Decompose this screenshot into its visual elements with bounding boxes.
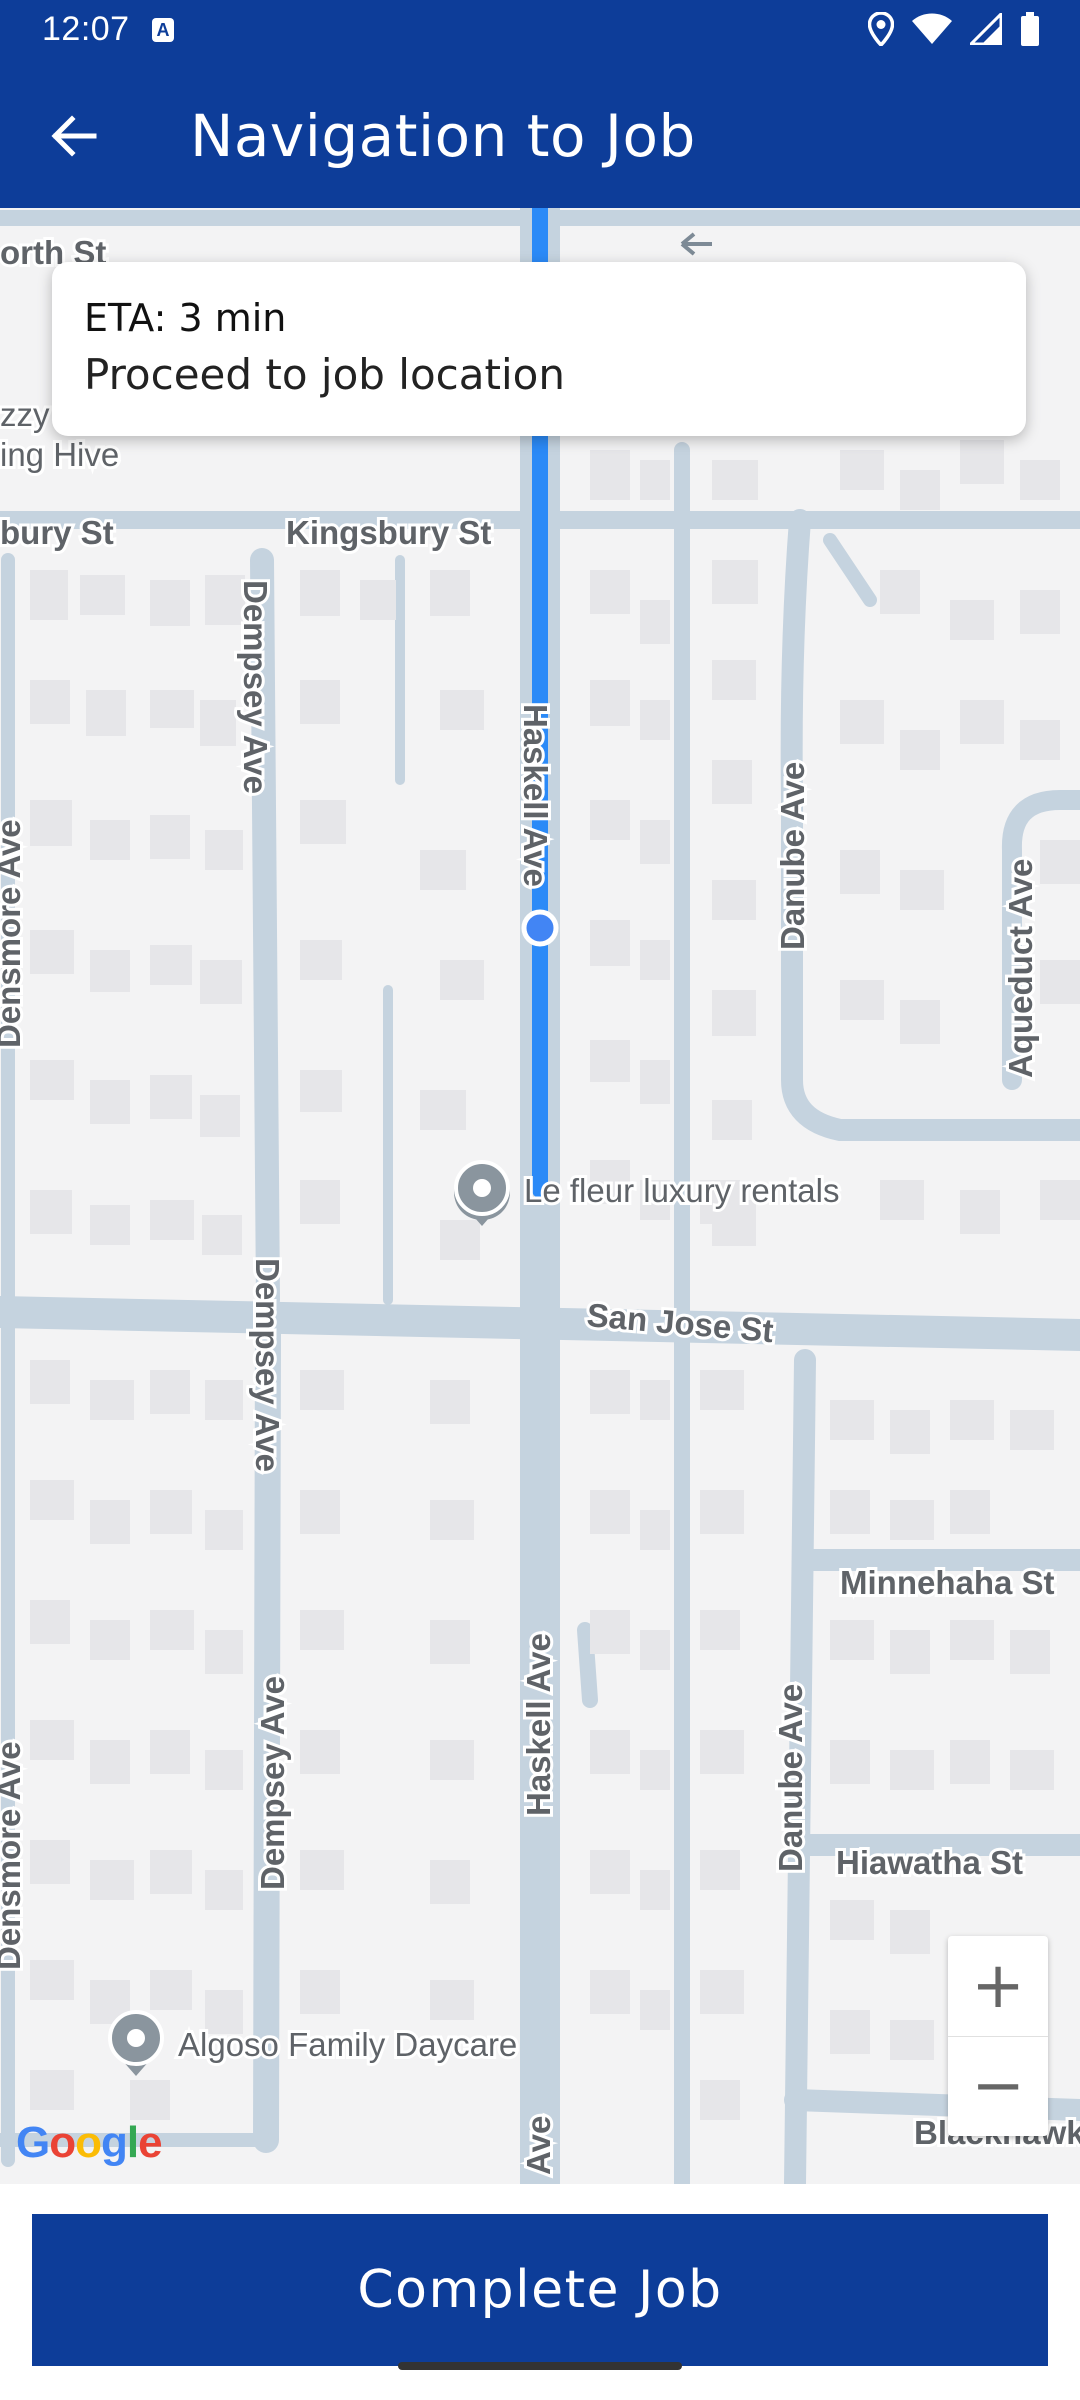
eta-label: ETA: 3 min <box>84 296 287 340</box>
location-icon <box>868 12 894 46</box>
status-bar: 12:07 <box>0 0 1080 62</box>
a-notification-icon <box>152 18 174 42</box>
status-icons <box>868 12 1040 46</box>
street-label-hiawatha: Hiawatha St <box>836 1844 1023 1881</box>
zoom-out-button[interactable]: − <box>948 2036 1048 2136</box>
complete-job-button[interactable]: Complete Job <box>32 2214 1048 2366</box>
street-label-haskell-bottom: Ave <box>520 2116 557 2175</box>
arrow-back-icon[interactable] <box>44 106 104 166</box>
street-label-densmore-lower: Densmore Ave <box>0 1741 27 1970</box>
place-label-le-fleur[interactable]: Le fleur luxury rentals <box>521 1169 842 1212</box>
map-canvas[interactable]: orth St bury St Kingsbury St Dempsey Ave… <box>0 208 1080 2184</box>
place-label-algoso[interactable]: Algoso Family Daycare <box>175 2023 520 2066</box>
wifi-icon <box>912 13 952 44</box>
google-attribution-logo: Google <box>16 2118 163 2167</box>
page-title: Navigation to Job <box>190 102 696 170</box>
minus-icon: − <box>971 2049 1025 2123</box>
current-location-dot <box>521 909 559 947</box>
street-label-densmore-upper: Densmore Ave <box>0 819 27 1048</box>
street-label-dempsey-lower: Dempsey Ave <box>249 1258 286 1472</box>
street-label-dempsey-upper: Dempsey Ave <box>237 580 274 794</box>
instruction-label: Proceed to job location <box>84 350 565 399</box>
street-label-danube-lower: Danube Ave <box>772 1684 809 1872</box>
status-time: 12:07 <box>42 10 130 48</box>
home-indicator[interactable] <box>398 2362 682 2370</box>
street-label-danube-upper: Danube Ave <box>774 762 811 950</box>
street-label-kingsbury-left: bury St <box>0 514 114 551</box>
street-label-minnehaha: Minnehaha St <box>840 1564 1055 1601</box>
street-label-haskell-upper: Haskell Ave <box>517 704 554 887</box>
signal-icon <box>970 13 1002 45</box>
street-label-dempsey-bottom: Dempsey Ave <box>254 1676 291 1890</box>
eta-card: ETA: 3 min Proceed to job location <box>52 262 1026 436</box>
street-label-haskell-lower: Haskell Ave <box>520 1633 557 1816</box>
street-label-kingsbury: Kingsbury St <box>286 514 491 551</box>
app-bar: Navigation to Job <box>0 62 1080 208</box>
zoom-controls: + − <box>948 1936 1048 2136</box>
plus-icon: + <box>971 1949 1025 2023</box>
place-label-honeyhive-line1: zzy <box>0 396 50 433</box>
street-label-aqueduct: Aqueduct Ave <box>1002 859 1039 1078</box>
map-view[interactable]: orth St bury St Kingsbury St Dempsey Ave… <box>0 208 1080 2184</box>
battery-icon <box>1021 12 1039 46</box>
zoom-in-button[interactable]: + <box>948 1936 1048 2037</box>
place-label-honeyhive-line2: ing Hive <box>0 436 119 473</box>
